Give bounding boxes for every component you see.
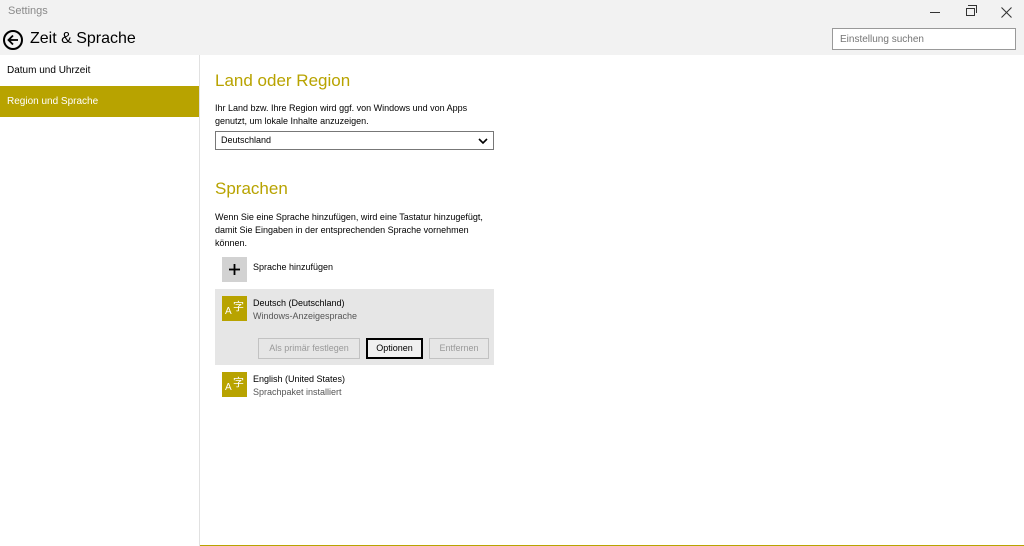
sidebar: Datum und Uhrzeit Region und Sprache <box>0 55 200 546</box>
close-icon <box>1000 6 1012 18</box>
sidebar-item-label: Datum und Uhrzeit <box>7 65 91 76</box>
languages-heading: Sprachen <box>215 179 288 198</box>
region-description: Ihr Land bzw. Ihre Region wird ggf. von … <box>215 103 468 126</box>
country-select-value: Deutschland <box>221 135 272 145</box>
settings-window: Settings Zeit & Sprache Datum und Uhrzei… <box>0 0 1024 546</box>
page-header: Zeit & Sprache <box>0 24 1024 55</box>
back-arrow-icon <box>7 34 18 46</box>
back-button[interactable] <box>3 30 23 50</box>
remove-button[interactable]: Entfernen <box>429 338 489 359</box>
language-item-deutsch[interactable]: A字 Deutsch (Deutschland) Windows-Anzeige… <box>222 296 357 323</box>
search-input[interactable] <box>832 28 1016 50</box>
country-select[interactable]: Deutschland <box>215 131 494 150</box>
sidebar-item-label: Region und Sprache <box>7 96 99 107</box>
page-title: Zeit & Sprache <box>30 30 136 47</box>
language-name: English (United States) <box>253 374 346 384</box>
languages-description: Wenn Sie eine Sprache hinzufügen, wird e… <box>215 212 483 248</box>
restore-icon <box>965 5 977 16</box>
plus-icon <box>222 257 247 282</box>
language-status: Sprachpaket installiert <box>253 387 342 397</box>
sidebar-item-region-sprache[interactable]: Region und Sprache <box>0 86 199 117</box>
language-icon: A字 <box>222 372 247 397</box>
sidebar-item-datum-uhrzeit[interactable]: Datum und Uhrzeit <box>0 55 199 86</box>
options-button[interactable]: Optionen <box>366 338 423 359</box>
add-language-label: Sprache hinzufügen <box>253 262 334 272</box>
minimize-button[interactable] <box>917 0 953 24</box>
set-primary-button[interactable]: Als primär festlegen <box>258 338 360 359</box>
language-icon: A字 <box>222 296 247 321</box>
close-button[interactable] <box>988 0 1024 24</box>
region-heading: Land oder Region <box>215 71 351 90</box>
add-language-button[interactable]: Sprache hinzufügen <box>222 257 333 282</box>
language-status: Windows-Anzeigesprache <box>253 311 358 321</box>
minimize-icon <box>930 11 940 13</box>
title-bar: Settings <box>0 0 1024 24</box>
chevron-down-icon <box>478 138 488 145</box>
language-item-english[interactable]: A字 English (United States) Sprachpaket i… <box>222 372 345 399</box>
window-title: Settings <box>8 5 48 17</box>
language-name: Deutsch (Deutschland) <box>253 298 345 308</box>
restore-button[interactable] <box>952 0 988 24</box>
